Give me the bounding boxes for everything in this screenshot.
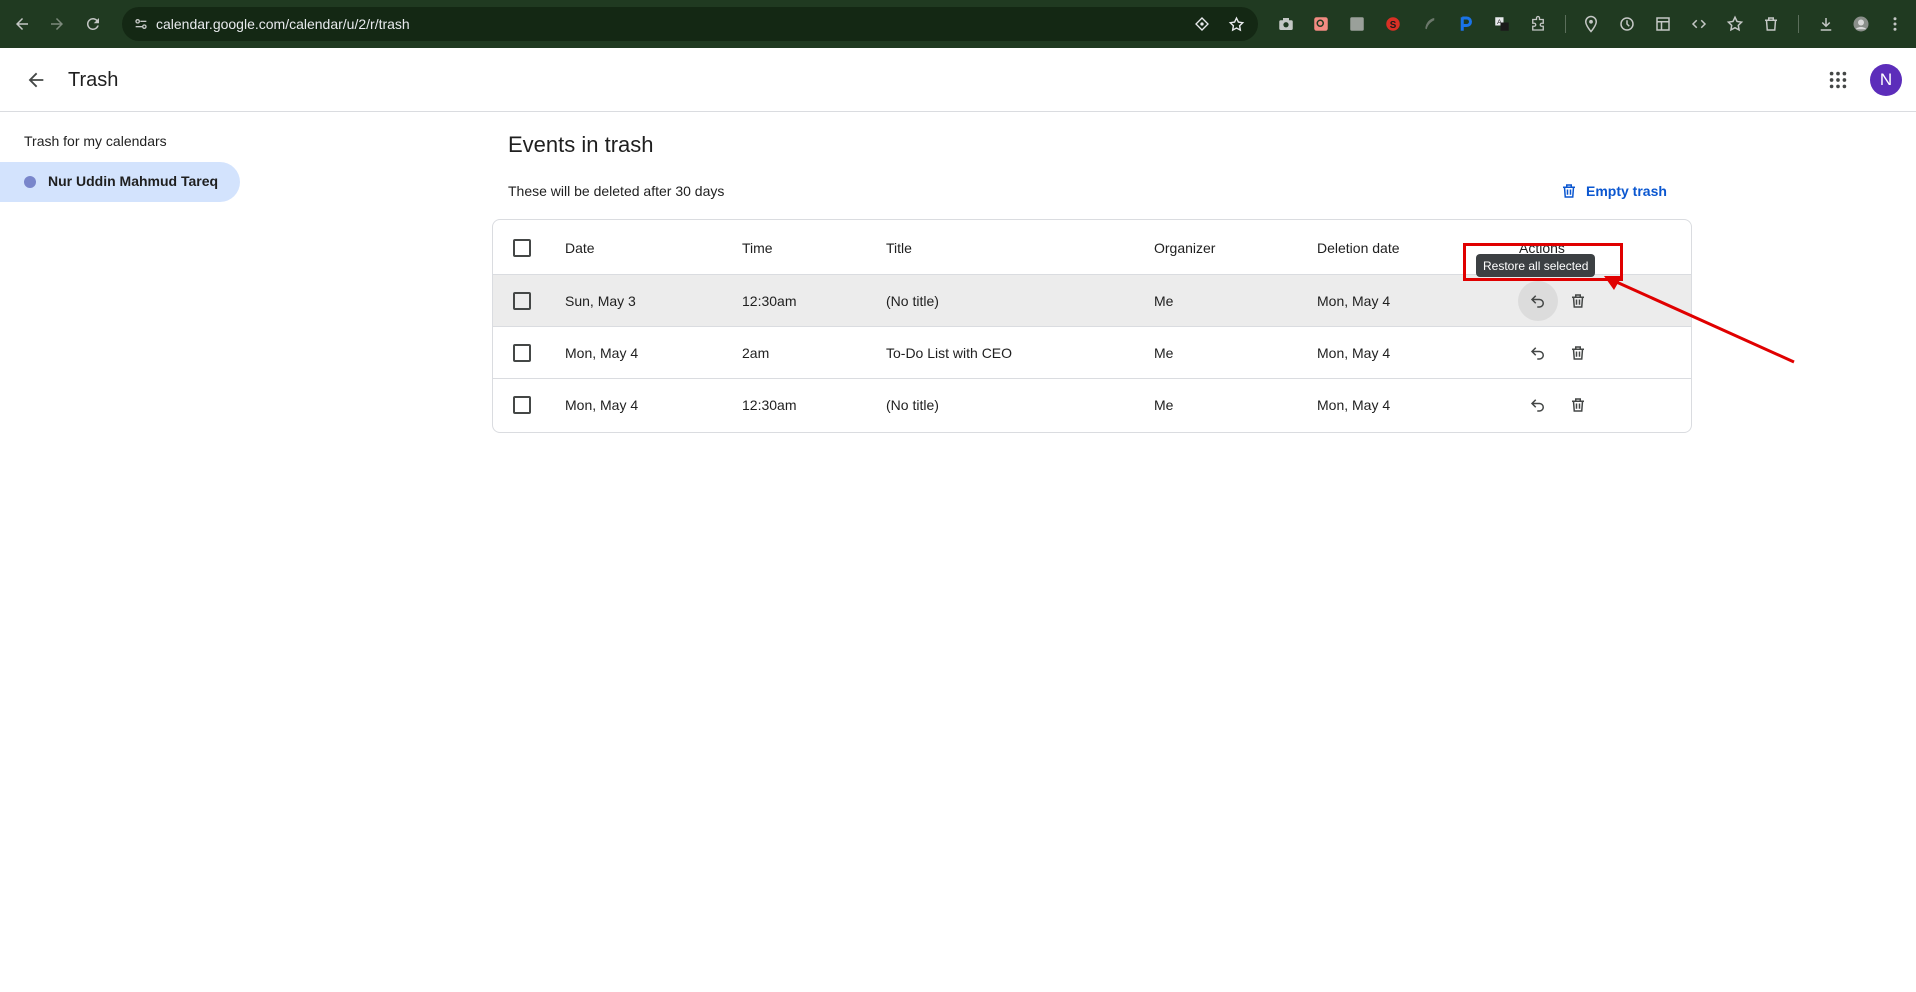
profile-avatar-icon[interactable] [1850, 13, 1872, 35]
trash-icon [1563, 184, 1575, 198]
row-title: (No title) [886, 293, 939, 309]
row-deletion-date: Mon, May 4 [1317, 397, 1391, 413]
translate-extension-icon[interactable]: A [1491, 13, 1513, 35]
browser-toolbar: calendar.google.com/calendar/u/2/r/trash… [0, 0, 1916, 48]
app-header: Trash N [0, 48, 1916, 112]
trash-icon [1572, 398, 1584, 412]
column-header-time[interactable]: Time [742, 240, 773, 256]
delete-forever-button[interactable] [1558, 333, 1598, 373]
download-icon[interactable] [1815, 13, 1837, 35]
row-title: To-Do List with CEO [886, 345, 1013, 361]
row-date: Sun, May 3 [565, 293, 636, 309]
feather-extension-icon[interactable] [1418, 13, 1440, 35]
restore-undo-icon [1530, 399, 1544, 412]
browser-back-icon[interactable] [8, 10, 36, 38]
row-time: 12:30am [742, 397, 797, 413]
toolbar-divider [1565, 15, 1566, 33]
column-header-title[interactable]: Title [886, 240, 912, 256]
restore-button[interactable] [1518, 333, 1558, 373]
google-apps-icon[interactable] [1822, 64, 1854, 96]
empty-trash-label: Empty trash [1586, 183, 1667, 199]
row-organizer: Me [1154, 345, 1174, 361]
grey-square-extension-icon[interactable] [1346, 13, 1368, 35]
row-organizer: Me [1154, 397, 1174, 413]
row-deletion-date: Mon, May 4 [1317, 345, 1391, 361]
camera-extension-icon[interactable] [1275, 13, 1297, 35]
annotation-highlight-box [1463, 243, 1623, 281]
history-icon[interactable] [1616, 13, 1638, 35]
column-header-deletion-date[interactable]: Deletion date [1317, 240, 1400, 256]
browser-menu-icon[interactable] [1884, 13, 1906, 35]
svg-text:A: A [1497, 19, 1502, 26]
table-row[interactable]: Mon, May 4 12:30am (No title) Me Mon, Ma… [493, 379, 1691, 431]
favorites-star-icon[interactable] [1724, 13, 1746, 35]
site-settings-icon[interactable] [130, 13, 152, 35]
url-text[interactable]: calendar.google.com/calendar/u/2/r/trash [156, 16, 410, 32]
table-row[interactable]: Mon, May 4 2am To-Do List with CEO Me Mo… [493, 327, 1691, 379]
row-time: 12:30am [742, 293, 797, 309]
delete-forever-button[interactable] [1558, 281, 1598, 321]
trash-icon [1572, 294, 1584, 308]
search-extension-icon[interactable] [1310, 13, 1332, 35]
svg-text:S: S [1390, 20, 1397, 31]
browser-forward-icon[interactable] [43, 10, 71, 38]
table-row[interactable]: Sun, May 3 12:30am (No title) Me Mon, Ma… [493, 275, 1691, 327]
row-checkbox[interactable] [513, 344, 531, 362]
restore-undo-icon [1530, 295, 1544, 308]
sidebar-item-label: Nur Uddin Mahmud Tareq [48, 173, 219, 189]
page-title: Trash [68, 69, 119, 91]
table-layout-icon[interactable] [1652, 13, 1674, 35]
row-deletion-date: Mon, May 4 [1317, 293, 1391, 309]
calendar-color-dot [24, 176, 36, 188]
trash-extension-icon[interactable] [1760, 13, 1782, 35]
toolbar-divider [1798, 15, 1799, 33]
row-organizer: Me [1154, 293, 1174, 309]
lens-icon[interactable] [1192, 14, 1212, 34]
blue-p-extension-icon[interactable] [1455, 13, 1477, 35]
row-checkbox[interactable] [513, 292, 531, 310]
extensions-puzzle-icon[interactable] [1527, 13, 1549, 35]
select-all-checkbox[interactable] [513, 239, 531, 257]
empty-trash-button[interactable]: Empty trash [1560, 178, 1667, 204]
section-subtitle: These will be deleted after 30 days [508, 183, 725, 199]
sidebar-item-calendar[interactable]: Nur Uddin Mahmud Tareq [0, 162, 240, 202]
row-checkbox[interactable] [513, 396, 531, 414]
row-time: 2am [742, 345, 770, 361]
restore-button[interactable] [1518, 385, 1558, 425]
row-date: Mon, May 4 [565, 345, 639, 361]
sidebar-heading: Trash for my calendars [24, 133, 167, 149]
code-icon[interactable] [1688, 13, 1710, 35]
delete-forever-button[interactable] [1558, 385, 1598, 425]
column-header-date[interactable]: Date [565, 240, 595, 256]
row-title: (No title) [886, 397, 939, 413]
restore-undo-icon [1530, 347, 1544, 360]
annotation-arrow [1604, 276, 1795, 364]
address-bar[interactable]: calendar.google.com/calendar/u/2/r/trash [122, 7, 1258, 41]
bookmark-star-icon[interactable] [1226, 14, 1246, 34]
account-avatar[interactable]: N [1870, 64, 1902, 96]
red-s-extension-icon[interactable]: S [1382, 13, 1404, 35]
trash-icon [1572, 346, 1584, 360]
location-pin-icon[interactable] [1580, 13, 1602, 35]
restore-button[interactable] [1518, 281, 1558, 321]
section-title: Events in trash [508, 132, 654, 157]
column-header-organizer[interactable]: Organizer [1154, 240, 1215, 256]
browser-reload-icon[interactable] [79, 10, 107, 38]
back-arrow-icon[interactable] [20, 64, 52, 96]
row-date: Mon, May 4 [565, 397, 639, 413]
